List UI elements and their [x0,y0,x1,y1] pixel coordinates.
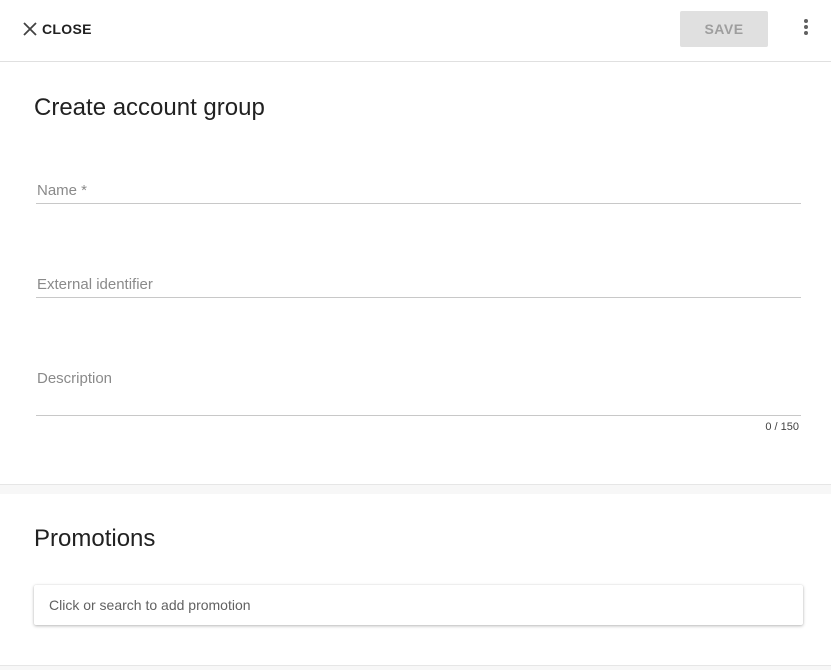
close-button[interactable]: CLOSE [18,14,96,44]
close-label: CLOSE [42,21,92,37]
section-divider [0,484,831,494]
name-field[interactable]: Name * [36,173,801,204]
description-textarea[interactable] [36,367,801,411]
top-toolbar: CLOSE SAVE [0,0,831,62]
description-char-counter: 0 / 150 [765,421,799,433]
promotions-title: Promotions [34,525,156,552]
external-identifier-field[interactable]: External identifier [36,267,801,298]
promotion-search-box[interactable] [34,585,803,625]
description-field[interactable]: Description [36,361,801,416]
more-vert-icon [803,18,809,41]
close-icon [22,21,38,37]
external-identifier-input[interactable] [36,273,801,295]
page-title: Create account group [34,94,265,121]
bottom-divider [0,665,831,670]
account-group-form: Create account group Name * External ide… [0,63,831,484]
name-input[interactable] [36,179,801,201]
promotions-section: Promotions [0,494,831,665]
more-options-button[interactable] [794,14,818,44]
save-button[interactable]: SAVE [680,11,768,47]
promotion-search-input[interactable] [34,585,803,625]
